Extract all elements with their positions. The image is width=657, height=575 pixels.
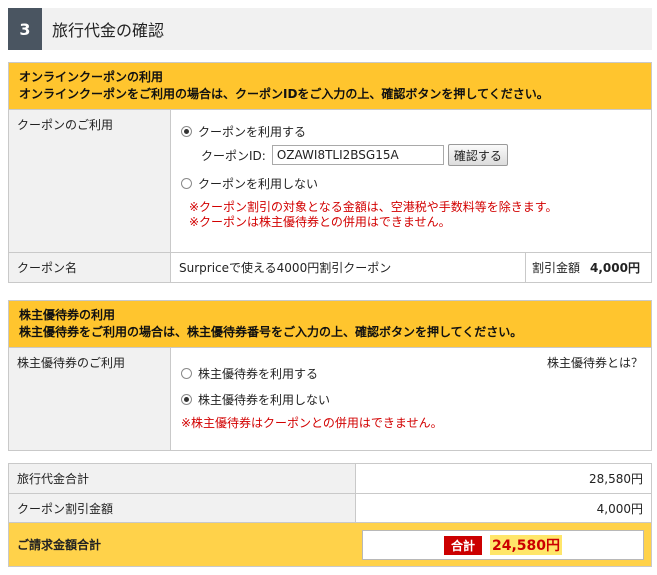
shareholder-use-label: 株主優待券を利用する <box>198 366 319 381</box>
grand-total-box: 合計 24,580円 <box>362 530 644 560</box>
coupon-heading: オンラインクーポンの利用 <box>19 70 164 84</box>
coupon-use-label: クーポンを利用する <box>198 124 307 139</box>
shareholder-section: 株主優待券の利用 株主優待券をご利用の場合は、株主優待券番号をご入力の上、確認ボ… <box>8 300 652 451</box>
grand-total-label: ご請求金額合計 <box>9 523 356 566</box>
travel-total-row: 旅行代金合計 28,580円 <box>9 464 651 493</box>
coupon-section: オンラインクーポンの利用 オンラインクーポンをご利用の場合は、クーポンIDをご入… <box>8 62 652 283</box>
coupon-usage-label: クーポンのご利用 <box>9 110 171 252</box>
coupon-discount-row: クーポン割引金額 4,000円 <box>9 493 651 522</box>
coupon-note-2: ※クーポンは株主優待券との併用はできません。 <box>189 215 451 229</box>
coupon-usage-row: クーポンのご利用 クーポンを利用する クーポンID: 確認する クーポンを利用し… <box>9 110 651 252</box>
coupon-note-1: ※クーポン割引の対象となる金額は、空港税や手数料等を除きます。 <box>189 200 558 214</box>
coupon-not-use-label: クーポンを利用しない <box>198 176 319 191</box>
coupon-not-use-radio[interactable] <box>181 177 192 189</box>
shareholder-usage-value: 株主優待券とは？ 株主優待券を利用する 株主優待券を利用しない ※株主優待券はク… <box>171 348 651 450</box>
coupon-confirm-button[interactable]: 確認する <box>447 144 508 166</box>
coupon-name-value: Surpriceで使える4000円割引クーポン <box>179 261 392 275</box>
coupon-discount-total-value: 4,000円 <box>596 501 643 516</box>
step-header: 3 旅行代金の確認 <box>8 8 652 50</box>
shareholder-not-use-option[interactable]: 株主優待券を利用しない <box>181 388 641 410</box>
coupon-instruction: オンラインクーポンをご利用の場合は、クーポンIDをご入力の上、確認ボタンを押して… <box>19 87 549 101</box>
shareholder-usage-row: 株主優待券のご利用 株主優待券とは？ 株主優待券を利用する 株主優待券を利用しな… <box>9 348 651 450</box>
grand-total-value: 24,580円 <box>489 535 563 555</box>
shareholder-not-use-label: 株主優待券を利用しない <box>198 392 331 407</box>
coupon-discount-value: 4,000円 <box>590 261 640 275</box>
shareholder-instruction: 株主優待券をご利用の場合は、株主優待券番号をご入力の上、確認ボタンを押してくださ… <box>19 325 523 339</box>
coupon-discount-label: 割引金額 <box>532 261 581 275</box>
coupon-notes: ※クーポン割引の対象となる金額は、空港税や手数料等を除きます。 ※クーポンは株主… <box>181 200 641 230</box>
grand-total-row: ご請求金額合計 合計 24,580円 <box>9 522 651 566</box>
coupon-section-header: オンラインクーポンの利用 オンラインクーポンをご利用の場合は、クーポンIDをご入… <box>9 63 651 110</box>
coupon-id-line: クーポンID: 確認する <box>181 142 641 168</box>
totals-table: 旅行代金合計 28,580円 クーポン割引金額 4,000円 ご請求金額合計 合… <box>8 463 652 567</box>
coupon-usage-value: クーポンを利用する クーポンID: 確認する クーポンを利用しない ※クーポン割… <box>171 110 651 252</box>
step-number: 3 <box>8 8 42 50</box>
shareholder-section-header: 株主優待券の利用 株主優待券をご利用の場合は、株主優待券番号をご入力の上、確認ボ… <box>9 301 651 348</box>
coupon-id-label: クーポンID: <box>201 148 266 163</box>
shareholder-note: ※株主優待券はクーポンとの併用はできません。 <box>181 416 443 430</box>
page-title: 旅行代金の確認 <box>52 21 165 40</box>
coupon-id-input[interactable] <box>271 145 444 165</box>
coupon-discount-total-label: クーポン割引金額 <box>9 494 356 522</box>
shareholder-not-use-radio[interactable] <box>181 393 192 405</box>
coupon-not-use-option[interactable]: クーポンを利用しない <box>181 172 641 194</box>
shareholder-heading: 株主優待券の利用 <box>19 308 116 322</box>
shareholder-help-link[interactable]: 株主優待券とは？ <box>547 354 643 371</box>
travel-total-label: 旅行代金合計 <box>9 464 356 493</box>
coupon-use-radio[interactable] <box>181 125 192 137</box>
coupon-discount-cell: 割引金額 4,000円 <box>525 253 651 282</box>
shareholder-use-radio[interactable] <box>181 367 192 379</box>
coupon-name-row: クーポン名 Surpriceで使える4000円割引クーポン 割引金額 4,000… <box>9 252 651 282</box>
coupon-use-option[interactable]: クーポンを利用する <box>181 120 641 142</box>
shareholder-usage-label: 株主優待券のご利用 <box>9 348 171 450</box>
travel-total-value: 28,580円 <box>589 472 643 486</box>
grand-total-badge: 合計 <box>443 535 482 555</box>
coupon-name-label: クーポン名 <box>9 253 171 282</box>
